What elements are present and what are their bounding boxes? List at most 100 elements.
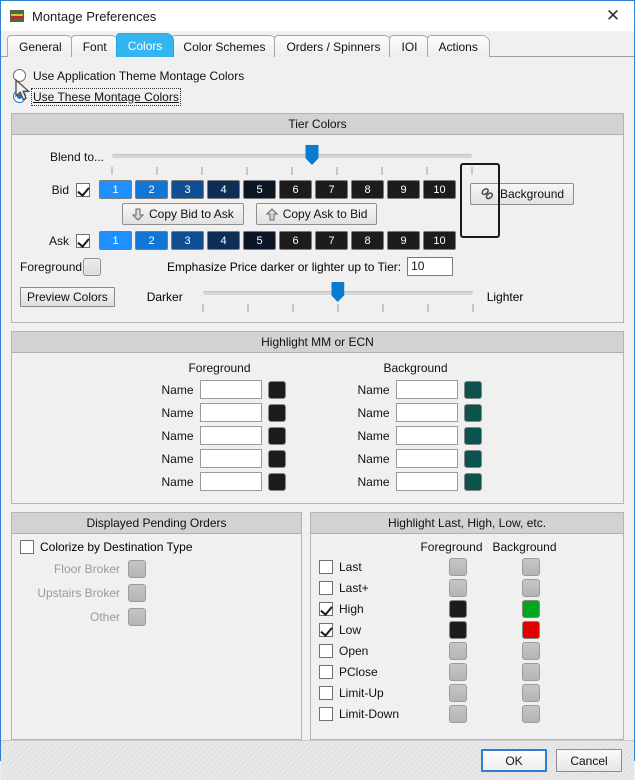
- mm-foreground-name-input[interactable]: [200, 380, 262, 399]
- bid-tier-10-swatch[interactable]: 10: [423, 180, 456, 199]
- tab-actions[interactable]: Actions: [427, 35, 490, 57]
- highlight-last--checkbox[interactable]: [319, 581, 333, 595]
- bid-tier-4-swatch[interactable]: 4: [207, 180, 240, 199]
- bid-tier-3-swatch[interactable]: 3: [171, 180, 204, 199]
- emphasis-slider[interactable]: [203, 282, 473, 312]
- tab-color-schemes[interactable]: Color Schemes: [171, 35, 277, 57]
- ask-tier-10-swatch[interactable]: 10: [423, 231, 456, 250]
- mm-foreground-name-input[interactable]: [200, 403, 262, 422]
- ask-tier-1-swatch[interactable]: 1: [99, 231, 132, 250]
- slider-tick: [292, 304, 293, 312]
- blend-slider-track: [112, 154, 472, 158]
- ask-tier-9-swatch[interactable]: 9: [387, 231, 420, 250]
- highlight-foreground-swatch[interactable]: [449, 621, 467, 639]
- ask-enable-checkbox[interactable]: [76, 234, 90, 248]
- mm-background-color-swatch[interactable]: [464, 404, 482, 422]
- mm-background-color-swatch[interactable]: [464, 381, 482, 399]
- ask-tier-5-swatch[interactable]: 5: [243, 231, 276, 250]
- pending-order-color-swatch: [128, 560, 146, 578]
- close-icon[interactable]: ✕: [598, 4, 628, 28]
- background-link-button[interactable]: Background: [470, 183, 574, 205]
- mm-foreground-color-swatch[interactable]: [268, 450, 286, 468]
- mm-background-name-input[interactable]: [396, 380, 458, 399]
- mm-foreground-color-swatch[interactable]: [268, 473, 286, 491]
- slider-tick: [157, 167, 158, 175]
- bid-enable-checkbox[interactable]: [76, 183, 90, 197]
- mm-background-color-swatch[interactable]: [464, 427, 482, 445]
- highlight-foreground-cell: [421, 600, 494, 618]
- slider-tick: [337, 167, 338, 175]
- mm-foreground-name-input[interactable]: [200, 426, 262, 445]
- montage-stripes-icon: [10, 10, 24, 22]
- mm-background-name-input[interactable]: [396, 403, 458, 422]
- colorize-by-destination-checkbox[interactable]: [20, 540, 34, 554]
- highlight-row: Limit-Up: [319, 684, 615, 702]
- copy-bid-to-ask-button[interactable]: Copy Bid to Ask: [122, 203, 244, 225]
- slider-tick: [292, 167, 293, 175]
- tier-colors-title: Tier Colors: [12, 114, 623, 135]
- tab-orders-spinners[interactable]: Orders / Spinners: [274, 35, 392, 57]
- slider-tick: [427, 304, 428, 312]
- tab-ioi[interactable]: IOI: [389, 35, 429, 57]
- colorize-by-destination-label: Colorize by Destination Type: [40, 540, 193, 554]
- tab-colors[interactable]: Colors: [116, 33, 175, 57]
- mm-foreground-name-input[interactable]: [200, 449, 262, 468]
- highlight-high-checkbox[interactable]: [319, 602, 333, 616]
- highlight-background-swatch[interactable]: [522, 600, 540, 618]
- highlight-last-checkbox[interactable]: [319, 560, 333, 574]
- mm-background-name-input[interactable]: [396, 449, 458, 468]
- foreground-color-swatch[interactable]: [83, 258, 101, 276]
- mm-foreground-name-input[interactable]: [200, 472, 262, 491]
- highlight-mm-ecn-group: Highlight MM or ECN Foreground NameNameN…: [11, 331, 624, 504]
- highlight-limit-up-checkbox[interactable]: [319, 686, 333, 700]
- highlight-background-swatch[interactable]: [522, 621, 540, 639]
- highlight-limit-down-checkbox[interactable]: [319, 707, 333, 721]
- bid-tier-1-swatch[interactable]: 1: [99, 180, 132, 199]
- mm-foreground-color-swatch[interactable]: [268, 427, 286, 445]
- slider-tick: [112, 167, 113, 175]
- emphasis-slider-thumb[interactable]: [331, 282, 344, 302]
- ask-tier-8-swatch[interactable]: 8: [351, 231, 384, 250]
- tab-font[interactable]: Font: [71, 35, 119, 57]
- ask-tier-6-swatch[interactable]: 6: [279, 231, 312, 250]
- blend-slider[interactable]: [112, 145, 472, 177]
- mm-background-color-swatch[interactable]: [464, 473, 482, 491]
- emphasize-tier-input[interactable]: 10: [407, 257, 453, 276]
- copy-ask-to-bid-button[interactable]: Copy Ask to Bid: [256, 203, 378, 225]
- highlight-open-checkbox[interactable]: [319, 644, 333, 658]
- preview-colors-button[interactable]: Preview Colors: [20, 287, 115, 307]
- highlight-background-cell: [494, 579, 567, 597]
- mm-foreground-color-swatch[interactable]: [268, 381, 286, 399]
- montage-color-mode-option-1[interactable]: Use These Montage Colors: [13, 86, 624, 107]
- bid-tier-2-swatch[interactable]: 2: [135, 180, 168, 199]
- highlight-pclose-checkbox[interactable]: [319, 665, 333, 679]
- chain-link-icon: [480, 187, 495, 201]
- bid-tier-5-swatch[interactable]: 5: [243, 180, 276, 199]
- mm-background-name-input[interactable]: [396, 426, 458, 445]
- ask-tier-3-swatch[interactable]: 3: [171, 231, 204, 250]
- montage-color-mode-option-0[interactable]: Use Application Theme Montage Colors: [13, 65, 624, 86]
- highlight-last-headers: Foreground Background: [319, 540, 615, 554]
- highlight-low-checkbox[interactable]: [319, 623, 333, 637]
- bid-tier-6-swatch[interactable]: 6: [279, 180, 312, 199]
- displayed-pending-orders-group: Displayed Pending Orders Colorize by Des…: [11, 512, 302, 740]
- radio-unselected-icon[interactable]: [13, 69, 26, 82]
- mm-background-color-swatch[interactable]: [464, 450, 482, 468]
- mm-foreground-name-label: Name: [154, 429, 194, 443]
- bid-tier-7-swatch[interactable]: 7: [315, 180, 348, 199]
- highlight-foreground-swatch: [449, 705, 467, 723]
- ask-tier-2-swatch[interactable]: 2: [135, 231, 168, 250]
- bid-tier-8-swatch[interactable]: 8: [351, 180, 384, 199]
- slider-tick: [472, 167, 473, 175]
- ask-tier-4-swatch[interactable]: 4: [207, 231, 240, 250]
- mm-background-name-input[interactable]: [396, 472, 458, 491]
- radio-selected-icon[interactable]: [13, 90, 26, 103]
- blend-slider-thumb[interactable]: [306, 145, 319, 165]
- tab-general[interactable]: General: [7, 35, 74, 57]
- ask-tier-7-swatch[interactable]: 7: [315, 231, 348, 250]
- highlight-foreground-swatch[interactable]: [449, 600, 467, 618]
- bid-tier-9-swatch[interactable]: 9: [387, 180, 420, 199]
- mm-foreground-color-swatch[interactable]: [268, 404, 286, 422]
- highlight-last-foreground-header: Foreground: [415, 540, 488, 554]
- highlight-row: Open: [319, 642, 615, 660]
